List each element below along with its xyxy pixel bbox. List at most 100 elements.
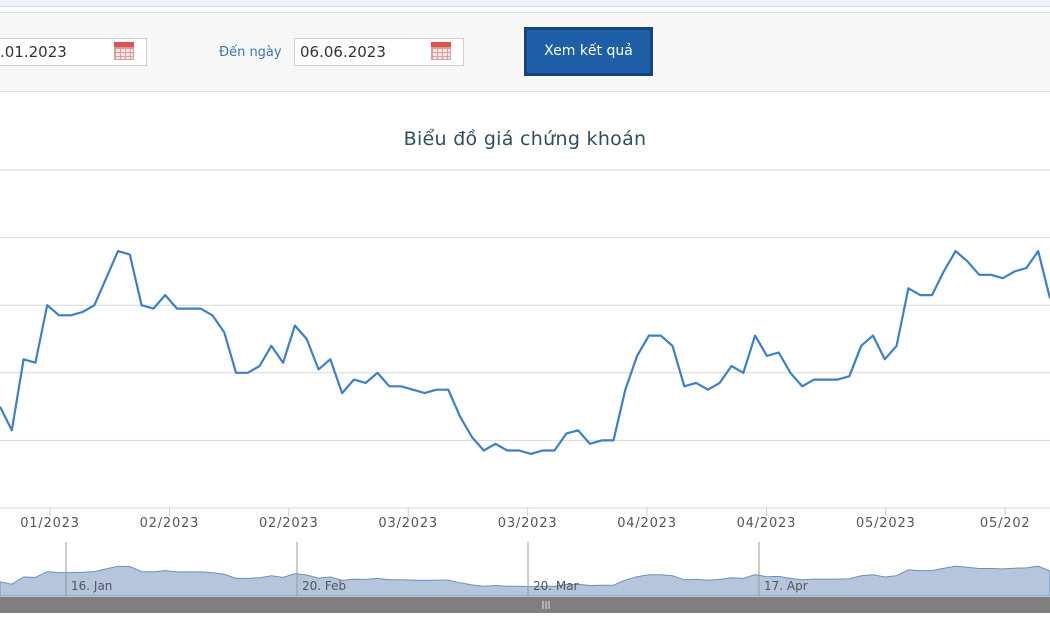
- data-point[interactable]: [126, 251, 134, 259]
- data-point[interactable]: [421, 389, 429, 397]
- data-point[interactable]: [834, 376, 842, 384]
- data-point[interactable]: [680, 382, 688, 390]
- navigator-label: 20. Feb: [302, 579, 346, 593]
- data-point[interactable]: [987, 271, 995, 279]
- x-tick-label: 02/2023: [140, 516, 200, 531]
- data-point[interactable]: [492, 440, 500, 448]
- data-point[interactable]: [291, 321, 299, 329]
- data-point[interactable]: [397, 382, 405, 390]
- data-point[interactable]: [79, 308, 87, 316]
- data-point[interactable]: [869, 332, 877, 340]
- data-point[interactable]: [916, 291, 924, 299]
- data-point[interactable]: [668, 342, 676, 350]
- data-point[interactable]: [621, 386, 629, 394]
- data-point[interactable]: [220, 328, 228, 336]
- data-point[interactable]: [185, 305, 193, 313]
- data-point[interactable]: [8, 426, 16, 434]
- data-point[interactable]: [114, 247, 122, 255]
- data-point[interactable]: [515, 447, 523, 455]
- data-point[interactable]: [385, 382, 393, 390]
- data-point[interactable]: [20, 355, 28, 363]
- data-point[interactable]: [692, 379, 700, 387]
- data-point[interactable]: [256, 362, 264, 370]
- data-point[interactable]: [999, 274, 1007, 282]
- data-point[interactable]: [55, 311, 63, 319]
- data-point[interactable]: [433, 386, 441, 394]
- data-point[interactable]: [350, 376, 358, 384]
- data-point[interactable]: [197, 305, 205, 313]
- navigator-label: 16. Jan: [71, 579, 112, 593]
- data-point[interactable]: [232, 369, 240, 377]
- data-point[interactable]: [43, 301, 51, 309]
- data-point[interactable]: [881, 355, 889, 363]
- data-point[interactable]: [1046, 294, 1050, 302]
- data-point[interactable]: [244, 369, 252, 377]
- data-point[interactable]: [928, 291, 936, 299]
- data-point[interactable]: [598, 436, 606, 444]
- data-point[interactable]: [409, 386, 417, 394]
- data-point[interactable]: [480, 447, 488, 455]
- data-point[interactable]: [727, 362, 735, 370]
- data-point[interactable]: [657, 332, 665, 340]
- data-point[interactable]: [90, 301, 98, 309]
- x-tick-label: 05/202: [980, 516, 1031, 531]
- data-point[interactable]: [763, 352, 771, 360]
- data-point[interactable]: [704, 386, 712, 394]
- data-point[interactable]: [739, 369, 747, 377]
- data-point[interactable]: [963, 257, 971, 265]
- data-point[interactable]: [173, 305, 181, 313]
- data-point[interactable]: [279, 359, 287, 367]
- data-point[interactable]: [374, 369, 382, 377]
- data-point[interactable]: [456, 413, 464, 421]
- data-point[interactable]: [940, 267, 948, 275]
- price-series-line: [0, 250, 1050, 455]
- data-point[interactable]: [550, 447, 558, 455]
- x-tick-label: 03/2023: [378, 516, 438, 531]
- data-point[interactable]: [633, 352, 641, 360]
- data-point[interactable]: [208, 311, 216, 319]
- data-point[interactable]: [468, 433, 476, 441]
- x-tick-label: 04/2023: [617, 516, 677, 531]
- data-point[interactable]: [609, 436, 617, 444]
- data-point[interactable]: [798, 382, 806, 390]
- navigator-scrollbar[interactable]: [0, 597, 1050, 613]
- data-point[interactable]: [952, 247, 960, 255]
- data-point[interactable]: [1011, 267, 1019, 275]
- data-point[interactable]: [315, 365, 323, 373]
- data-point[interactable]: [751, 332, 759, 340]
- data-point[interactable]: [574, 426, 582, 434]
- data-point[interactable]: [503, 447, 511, 455]
- data-point[interactable]: [1022, 264, 1030, 272]
- data-point[interactable]: [822, 376, 830, 384]
- data-point[interactable]: [810, 376, 818, 384]
- data-point[interactable]: [303, 335, 311, 343]
- data-point[interactable]: [775, 349, 783, 357]
- data-point[interactable]: [161, 291, 169, 299]
- data-point[interactable]: [362, 379, 370, 387]
- data-point[interactable]: [562, 430, 570, 438]
- data-point[interactable]: [267, 342, 275, 350]
- data-point[interactable]: [138, 301, 146, 309]
- data-point[interactable]: [1034, 247, 1042, 255]
- data-point[interactable]: [845, 372, 853, 380]
- data-point[interactable]: [645, 332, 653, 340]
- data-point[interactable]: [975, 271, 983, 279]
- data-point[interactable]: [149, 305, 157, 313]
- data-point[interactable]: [539, 447, 547, 455]
- data-point[interactable]: [527, 450, 535, 458]
- data-point[interactable]: [893, 342, 901, 350]
- data-point[interactable]: [326, 355, 334, 363]
- data-point[interactable]: [716, 379, 724, 387]
- data-point[interactable]: [904, 284, 912, 292]
- data-point[interactable]: [586, 440, 594, 448]
- data-point[interactable]: [0, 403, 4, 411]
- data-point[interactable]: [444, 386, 452, 394]
- x-tick-label: 03/2023: [498, 516, 558, 531]
- data-point[interactable]: [31, 359, 39, 367]
- data-point[interactable]: [67, 311, 75, 319]
- data-point[interactable]: [786, 369, 794, 377]
- data-point[interactable]: [338, 389, 346, 397]
- navigator-area: [0, 565, 1050, 597]
- data-point[interactable]: [102, 274, 110, 282]
- data-point[interactable]: [857, 342, 865, 350]
